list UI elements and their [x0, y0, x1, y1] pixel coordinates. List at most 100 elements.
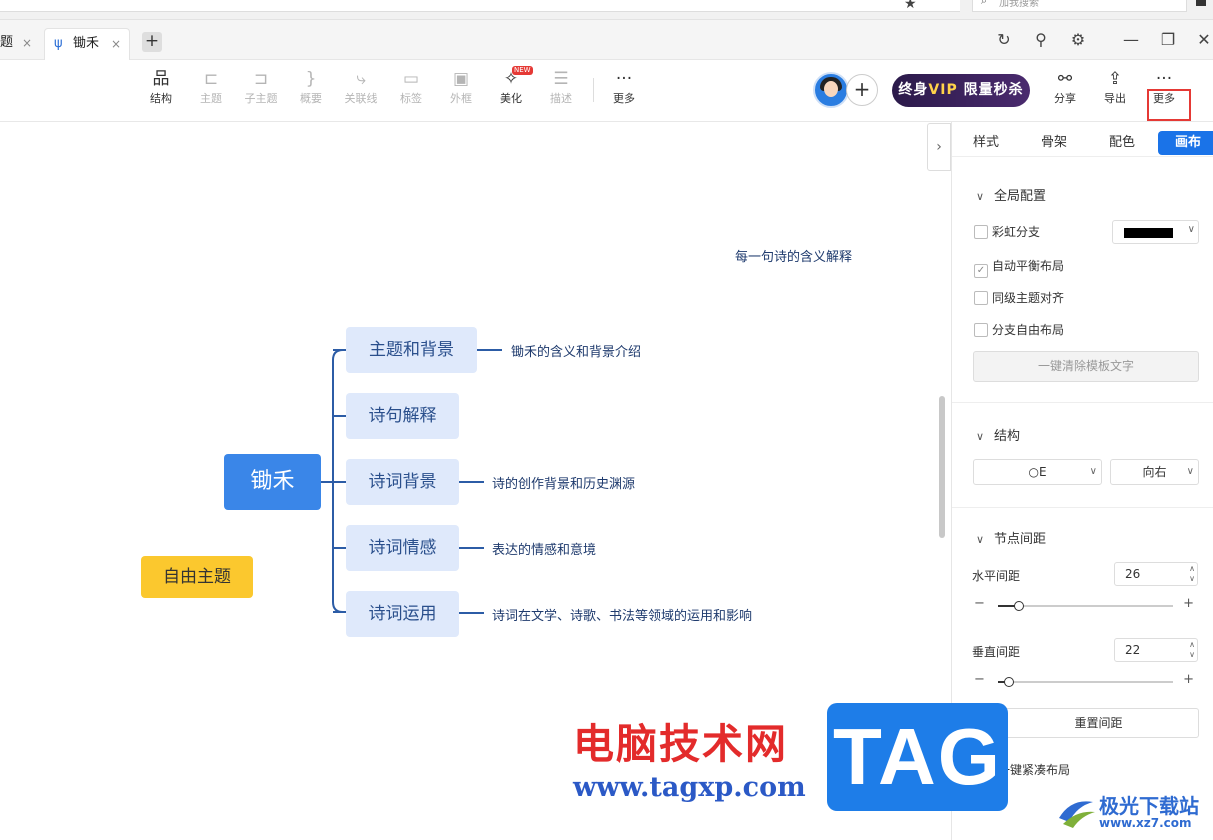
chevron-down-icon: ∨ [976, 430, 985, 443]
vertical-spacing-input[interactable]: 22 ∧ ∨ [1114, 638, 1198, 662]
pin-icon[interactable]: ⚲ [1029, 30, 1053, 49]
tab-close-icon[interactable]: × [111, 29, 121, 59]
spinner-arrows-icon[interactable]: ∧ ∨ [1189, 564, 1195, 584]
section-structure[interactable]: ∨ 结构 [976, 425, 1020, 444]
search-placeholder: 加我搜索 [999, 0, 1039, 9]
auto-balance-option[interactable]: ✓ 自动平衡布局 [974, 258, 1065, 278]
checkbox[interactable] [974, 291, 988, 305]
mindmap-canvas[interactable]: 锄禾 主题和背景 诗句解释 诗词背景 诗词情感 诗词运用 锄禾的含义和背景介绍 … [0, 122, 951, 840]
avatar-face [824, 81, 838, 97]
tool-description[interactable]: ☰ 描述 [538, 68, 584, 106]
tab-skeleton[interactable]: 骨架 [1041, 131, 1067, 155]
slider-knob[interactable] [1003, 677, 1014, 687]
avatar[interactable] [813, 72, 849, 108]
browser-search-box[interactable]: ⌕ 加我搜索 [972, 0, 1187, 12]
floating-note[interactable]: 每一句诗的含义解释 [735, 246, 852, 265]
minus-icon[interactable]: − [974, 672, 985, 687]
vertical-spacing-label: 垂直间距 [972, 645, 1021, 659]
bookmark-star-icon[interactable]: ★ [904, 0, 917, 12]
chevron-down-icon: ∨ [976, 533, 985, 546]
tool-tag[interactable]: ▭ 标签 [388, 68, 434, 106]
direction-select[interactable]: 向右 ∨ [1110, 459, 1199, 485]
compact-layout-option[interactable]: 一键紧凑布局 [998, 761, 1070, 778]
tab-label: 锄禾 [73, 36, 100, 51]
refresh-icon[interactable]: ↻ [992, 30, 1016, 49]
branch-topic[interactable]: 诗词运用 [346, 591, 459, 637]
spinner-arrows-icon[interactable]: ∧ ∨ [1189, 640, 1195, 660]
input-value: 26 [1125, 567, 1141, 581]
rainbow-branch-option[interactable]: 彩虹分支 [974, 224, 1040, 240]
section-node-spacing[interactable]: ∨ 节点间距 [976, 528, 1046, 547]
tool-structure[interactable]: 品 结构 [138, 68, 184, 106]
new-tab-button[interactable]: + [142, 32, 162, 52]
horizontal-spacing-input[interactable]: 26 ∧ ∨ [1114, 562, 1198, 586]
main-toolbar: 品 结构 ⊏ 主题 ⊐ 子主题 } 概要 ⤷ 关联线 ▭ 标签 ▣ 外框 ✧ N [0, 60, 1213, 122]
tool-subtopic[interactable]: ⊐ 子主题 [238, 68, 284, 106]
close-window-icon[interactable]: ✕ [1192, 30, 1213, 49]
option-label: 分支自由布局 [992, 323, 1065, 337]
tag-icon: ▭ [402, 69, 420, 89]
branch-topic[interactable]: 诗词情感 [346, 525, 459, 571]
logo-domain: www.xz7.com [1099, 816, 1192, 830]
clear-template-text-button[interactable]: 一键清除模板文字 [973, 351, 1199, 382]
restore-icon[interactable]: ❐ [1156, 30, 1180, 49]
branch-topic[interactable]: 诗词背景 [346, 459, 459, 505]
branch-topic[interactable]: 主题和背景 [346, 327, 477, 373]
horizontal-spacing-slider[interactable]: − + [972, 596, 1198, 613]
minimize-icon[interactable]: — [1119, 30, 1143, 49]
tool-more[interactable]: ··· 更多 [601, 68, 647, 106]
add-collaborator-button[interactable]: + [846, 74, 878, 106]
tool-label: 美化 [500, 92, 522, 105]
subtopic-note[interactable]: 诗词在文学、诗歌、书法等领域的运用和影响 [492, 605, 752, 624]
plus-icon[interactable]: + [1183, 596, 1194, 611]
tab-style[interactable]: 样式 [973, 131, 999, 155]
checkbox-checked[interactable]: ✓ [974, 264, 988, 278]
subtopic-note[interactable]: 表达的情感和意境 [492, 539, 596, 558]
tab-close-icon[interactable]: × [22, 28, 32, 58]
free-topic[interactable]: 自由主题 [141, 556, 253, 598]
canvas-scrollbar[interactable] [939, 396, 945, 538]
address-bar[interactable] [0, 0, 960, 12]
tab-canvas[interactable]: 画布 [1158, 131, 1213, 155]
subtopic-note[interactable]: 锄禾的含义和背景介绍 [511, 341, 641, 360]
minus-icon[interactable]: − [974, 596, 985, 611]
root-topic[interactable]: 锄禾 [224, 454, 321, 510]
branch-topic[interactable]: 诗句解释 [346, 393, 459, 439]
vip-promo-banner[interactable]: 终身VIP 限量秒杀 [892, 74, 1030, 107]
subtopic-note[interactable]: 诗的创作背景和历史渊源 [492, 473, 635, 492]
layout-structure-select[interactable]: ○E ∨ [973, 459, 1102, 485]
export-icon: ⇪ [1107, 69, 1123, 89]
tool-topic[interactable]: ⊏ 主题 [188, 68, 234, 106]
vip-text: 终身 [898, 82, 929, 98]
export-button[interactable]: ⇪ 导出 [1092, 68, 1138, 106]
section-global-config[interactable]: ∨ 全局配置 [976, 185, 1046, 204]
share-button[interactable]: ⚯ 分享 [1042, 68, 1088, 106]
search-icon: ⌕ [981, 0, 988, 7]
branch-free-layout-option[interactable]: 分支自由布局 [974, 322, 1064, 338]
align-same-level-option[interactable]: 同级主题对齐 [974, 290, 1064, 306]
tab-previous[interactable]: 题 × [0, 28, 40, 60]
tool-frame[interactable]: ▣ 外框 [438, 68, 484, 106]
checkbox[interactable] [974, 323, 988, 337]
vertical-spacing-slider[interactable]: − + [972, 672, 1198, 689]
swirl-logo-icon [1059, 801, 1095, 828]
apps-grid-icon[interactable] [1196, 0, 1206, 6]
tool-relation-line[interactable]: ⤷ 关联线 [338, 68, 384, 106]
plus-icon[interactable]: + [1183, 672, 1194, 687]
app-window: ★ ⌕ 加我搜索 题 × ψ 锄禾 × + ↻ ⚲ ⚙ — ❐ ✕ 品 结构 ⊏ [0, 0, 1213, 840]
tab-current[interactable]: ψ 锄禾 × [44, 28, 130, 60]
reset-spacing-button[interactable]: 重置间距 [998, 708, 1199, 738]
tool-label: 关联线 [344, 92, 378, 105]
new-badge: NEW [512, 66, 533, 75]
tool-summary[interactable]: } 概要 [288, 68, 334, 106]
tool-beautify[interactable]: ✧ NEW 美化 [488, 66, 534, 106]
checkbox[interactable] [974, 225, 988, 239]
tool-label: 概要 [300, 92, 322, 105]
settings-gear-icon[interactable]: ⚙ [1066, 30, 1090, 49]
tab-color-scheme[interactable]: 配色 [1109, 131, 1135, 155]
chevron-down-icon: ∨ [1187, 224, 1195, 235]
branch-color-select[interactable]: ∨ [1112, 220, 1199, 244]
option-label: 自动平衡布局 [992, 259, 1065, 273]
panel-collapse-chevron-icon[interactable]: › [927, 123, 951, 171]
slider-knob[interactable] [1014, 601, 1024, 611]
